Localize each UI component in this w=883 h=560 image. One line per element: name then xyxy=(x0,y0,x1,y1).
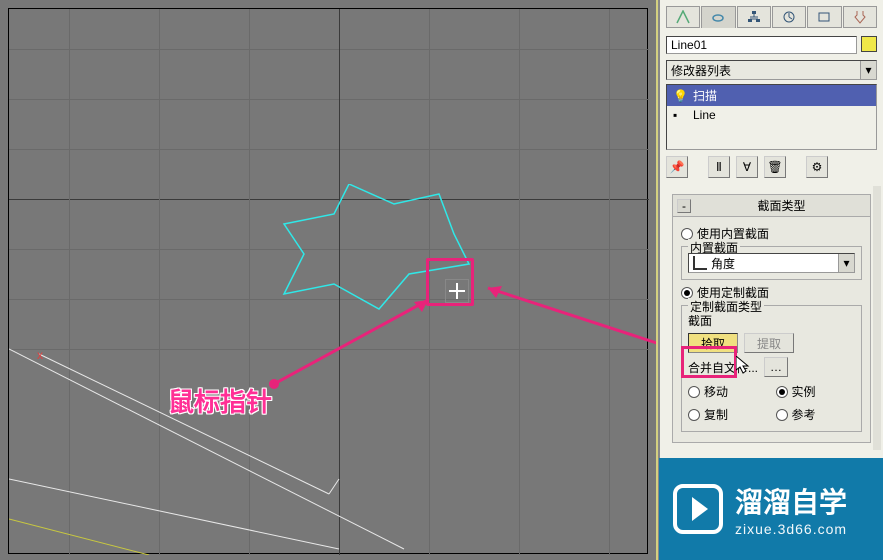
stack-item-label: 扫描 xyxy=(693,87,717,104)
rollup-body: 使用内置截面 内置截面 角度 ▾ 使用定制截面 定制截面类型 截面 xyxy=(673,217,870,442)
radio-icon xyxy=(688,386,700,398)
merge-browse-button[interactable]: … xyxy=(764,357,788,377)
configure-icon: ⚙ xyxy=(812,160,823,174)
object-name-input[interactable]: Line01 xyxy=(666,36,857,54)
watermark: 溜溜自学 zixue.3d66.com xyxy=(659,458,883,560)
pick-extract-row: 拾取 提取 xyxy=(688,333,855,353)
modifier-list-label: 修改器列表 xyxy=(671,62,731,79)
modifier-list-dropdown[interactable]: 修改器列表 ▾ xyxy=(666,60,877,80)
star-spline[interactable] xyxy=(254,184,474,324)
make-unique-button[interactable]: ∀ xyxy=(736,156,758,178)
grid-line xyxy=(609,9,610,555)
grid-line xyxy=(9,299,649,300)
modifier-stack[interactable]: 💡 扫描 ▪ Line xyxy=(666,84,877,150)
pick-button[interactable]: 拾取 xyxy=(688,333,738,353)
grid-line xyxy=(249,9,250,555)
trash-icon: 🗑 xyxy=(767,160,782,174)
visibility-icon: 💡 xyxy=(673,89,685,103)
watermark-title: 溜溜自学 xyxy=(735,481,847,521)
show-end-result-button[interactable]: Ⅱ xyxy=(708,156,730,178)
tab-hierarchy[interactable] xyxy=(737,6,771,28)
viewport[interactable]: x xyxy=(0,0,656,560)
viewport-inner[interactable]: x xyxy=(8,8,648,554)
annotation-label: 鼠标指针 xyxy=(168,382,272,419)
section-type-rollup: - 截面类型 使用内置截面 内置截面 角度 ▾ xyxy=(672,194,871,443)
expand-icon: ▪ xyxy=(673,108,685,122)
stack-item-sweep[interactable]: 💡 扫描 xyxy=(667,85,876,106)
chevron-down-icon: ▾ xyxy=(838,254,854,272)
rollup-scrollbar[interactable] xyxy=(873,186,881,450)
stack-item-line[interactable]: ▪ Line xyxy=(667,106,876,124)
extract-button[interactable]: 提取 xyxy=(744,333,794,353)
angle-shape-icon xyxy=(693,256,707,270)
copy-label: 复制 xyxy=(704,406,728,423)
watermark-text: 溜溜自学 zixue.3d66.com xyxy=(735,481,847,537)
tab-display[interactable] xyxy=(807,6,841,28)
extract-label: 提取 xyxy=(757,335,781,352)
stack-item-label: Line xyxy=(693,108,716,122)
radio-icon xyxy=(681,228,693,240)
line-spline[interactable]: x xyxy=(9,9,649,555)
command-panel-tabs xyxy=(666,6,877,28)
rollup-area: - 截面类型 使用内置截面 内置截面 角度 ▾ xyxy=(660,186,883,450)
grid-axis xyxy=(339,9,340,555)
instance-radio[interactable]: 实例 xyxy=(776,383,856,400)
custom-group-label: 定制截面类型 xyxy=(688,298,764,315)
move-radio[interactable]: 移动 xyxy=(688,383,768,400)
instance-mode-grid: 移动 实例 复制 参考 xyxy=(688,381,855,425)
grid-axis xyxy=(9,199,649,200)
remove-modifier-button[interactable]: 🗑 xyxy=(764,156,786,178)
tab-create[interactable] xyxy=(666,6,700,28)
grid-line xyxy=(9,249,649,250)
instance-label: 实例 xyxy=(792,383,816,400)
result-icon: Ⅱ xyxy=(716,160,722,174)
reference-label: 参考 xyxy=(792,406,816,423)
pick-label: 拾取 xyxy=(701,335,725,352)
radio-icon xyxy=(681,287,693,299)
custom-section-group: 定制截面类型 截面 拾取 提取 合并自文件... … xyxy=(681,305,862,432)
object-name-row: Line01 xyxy=(666,36,877,56)
radio-icon xyxy=(776,386,788,398)
reference-radio[interactable]: 参考 xyxy=(776,406,856,423)
grid-line xyxy=(159,9,160,555)
grid-line xyxy=(519,9,520,555)
tab-modify[interactable] xyxy=(701,6,735,28)
grid-line xyxy=(9,99,649,100)
rollup-header[interactable]: - 截面类型 xyxy=(673,195,870,217)
grid-line xyxy=(9,49,649,50)
unique-icon: ∀ xyxy=(743,160,751,174)
grid-line xyxy=(9,349,649,350)
grid-line xyxy=(9,149,649,150)
grid-line xyxy=(429,9,430,555)
builtin-section-value: 角度 xyxy=(711,255,735,272)
rollup-title: 截面类型 xyxy=(697,197,866,214)
tab-utilities[interactable] xyxy=(843,6,877,28)
move-label: 移动 xyxy=(704,383,728,400)
pin-icon: 📌 xyxy=(670,160,685,174)
svg-text:x: x xyxy=(37,348,43,362)
object-color-swatch[interactable] xyxy=(861,36,877,52)
merge-row: 合并自文件... … xyxy=(688,357,855,377)
builtin-section-group: 内置截面 角度 ▾ xyxy=(681,246,862,280)
stack-toolbar: 📌 Ⅱ ∀ 🗑 ⚙ xyxy=(666,156,877,178)
watermark-url: zixue.3d66.com xyxy=(735,521,847,537)
configure-sets-button[interactable]: ⚙ xyxy=(806,156,828,178)
cursor-pick-box xyxy=(445,279,469,303)
grid-line xyxy=(69,9,70,555)
chevron-down-icon: ▾ xyxy=(860,61,876,79)
radio-icon xyxy=(688,409,700,421)
play-icon xyxy=(673,484,723,534)
builtin-section-select[interactable]: 角度 ▾ xyxy=(688,253,855,273)
merge-label: 合并自文件... xyxy=(688,359,758,376)
pin-stack-button[interactable]: 📌 xyxy=(666,156,688,178)
tab-motion[interactable] xyxy=(772,6,806,28)
copy-radio[interactable]: 复制 xyxy=(688,406,768,423)
radio-icon xyxy=(776,409,788,421)
rollup-collapse-button[interactable]: - xyxy=(677,199,691,213)
